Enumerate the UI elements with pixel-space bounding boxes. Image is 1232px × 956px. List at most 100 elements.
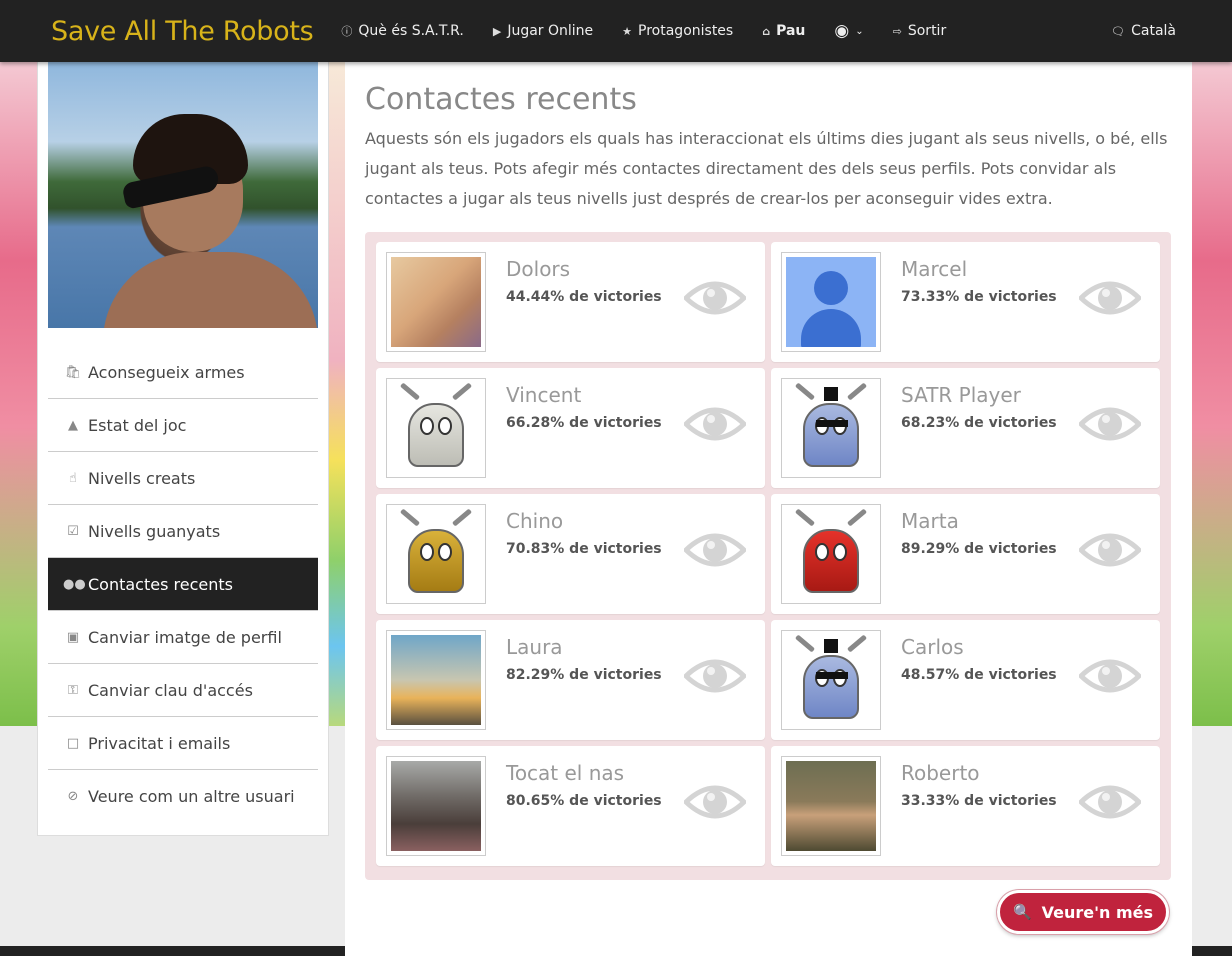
win-label: de victories	[564, 289, 662, 305]
eye-slash-icon: ⊘	[67, 789, 79, 804]
hand-pointer-icon: ☝	[69, 470, 77, 486]
sidebar-item-recent-contacts[interactable]: ●● Contactes recents	[48, 558, 318, 611]
chevron-down-icon: ⌄	[855, 25, 864, 37]
contacts-grid: Dolors 44.44% de victories Marcel 73.33% de…	[376, 242, 1160, 866]
sidebar-item-label: Veure com un altre usuari	[88, 787, 295, 806]
sidebar-item-game-status[interactable]: ▲ Estat del joc	[48, 399, 318, 452]
contact-card[interactable]: Dolors 44.44% de victories	[376, 242, 765, 362]
see-more-button[interactable]: 🔍 Veure'n més	[997, 890, 1169, 934]
contact-name[interactable]: SATR Player	[901, 383, 1021, 407]
background-rainbow	[328, 62, 345, 726]
contact-avatar[interactable]	[781, 756, 881, 856]
win-percentage: 89.29%	[901, 541, 960, 557]
contact-avatar[interactable]	[386, 504, 486, 604]
see-more-label: Veure'n més	[1041, 902, 1154, 922]
contact-avatar[interactable]	[386, 252, 486, 352]
contact-card[interactable]: SATR Player 68.23% de victories	[771, 368, 1160, 488]
eye-icon[interactable]	[682, 530, 748, 570]
intro-text: Aquests són els jugadors els quals has i…	[365, 129, 1168, 208]
contact-win-rate: 66.28% de victories	[506, 415, 662, 431]
contact-name[interactable]: Marcel	[901, 257, 967, 281]
contact-avatar[interactable]	[781, 252, 881, 352]
nav-play-online[interactable]: ▶ Jugar Online	[493, 23, 593, 39]
sidebar-item-label: Canviar imatge de perfil	[88, 627, 282, 647]
contact-avatar[interactable]	[781, 378, 881, 478]
sidebar-menu: 🛍 Aconsegueix armes ▲ Estat del joc ☝ Ni…	[48, 346, 318, 823]
home-icon: ⌂	[762, 24, 771, 38]
contact-name[interactable]: Carlos	[901, 635, 964, 659]
contact-card[interactable]: Marcel 73.33% de victories	[771, 242, 1160, 362]
top-navbar: Save All The Robots ⓘ Què és S.A.T.R. ▶ …	[0, 0, 1232, 62]
contact-name[interactable]: Tocat el nas	[506, 761, 624, 785]
contact-card[interactable]: Marta 89.29% de victories	[771, 494, 1160, 614]
chat-icon: 🗨	[1111, 24, 1126, 38]
background-art-right	[1192, 62, 1232, 726]
contact-name[interactable]: Marta	[901, 509, 959, 533]
contact-avatar[interactable]	[781, 504, 881, 604]
eye-icon[interactable]	[682, 782, 748, 822]
search-icon: 🔍	[1012, 903, 1032, 921]
sidebar-item-label: Estat del joc	[88, 415, 187, 435]
eye-icon[interactable]	[682, 656, 748, 696]
contact-avatar[interactable]	[781, 630, 881, 730]
sidebar-item-change-picture[interactable]: ▣ Canviar imatge de perfil	[48, 611, 318, 664]
win-label: de victories	[959, 541, 1057, 557]
win-label: de victories	[959, 793, 1057, 809]
star-icon: ★	[622, 24, 633, 38]
key-icon: ⚿	[68, 682, 78, 698]
nav-logout[interactable]: ⇨ Sortir	[893, 23, 947, 39]
win-percentage: 70.83%	[506, 541, 565, 557]
eye-icon[interactable]	[1077, 530, 1143, 570]
sidebar-item-change-password[interactable]: ⚿ Canviar clau d'accés	[48, 664, 318, 717]
contact-card[interactable]: Chino 70.83% de victories	[376, 494, 765, 614]
contact-card[interactable]: Carlos 48.57% de victories	[771, 620, 1160, 740]
sidebar-item-label: Aconsegueix armes	[88, 362, 245, 382]
eye-icon[interactable]	[1077, 656, 1143, 696]
contact-win-rate: 80.65% de victories	[506, 793, 662, 809]
sidebar-item-created-levels[interactable]: ☝ Nivells creats	[48, 452, 318, 505]
contact-name[interactable]: Roberto	[901, 761, 980, 785]
win-percentage: 68.23%	[901, 415, 960, 431]
language-selector[interactable]: 🗨 Català	[1111, 23, 1176, 39]
win-percentage: 80.65%	[506, 793, 565, 809]
nav-world-dropdown[interactable]: ◉ ⌄	[834, 21, 863, 41]
sidebar-item-won-levels[interactable]: ☑ Nivells guanyats	[48, 505, 318, 558]
nav-about-label: Què és S.A.T.R.	[358, 23, 464, 39]
contact-card[interactable]: Laura 82.29% de victories	[376, 620, 765, 740]
eye-icon[interactable]	[1077, 782, 1143, 822]
contact-win-rate: 89.29% de victories	[901, 541, 1057, 557]
profile-sidebar: 🛍 Aconsegueix armes ▲ Estat del joc ☝ Ni…	[37, 62, 329, 836]
win-percentage: 33.33%	[901, 793, 960, 809]
contact-avatar[interactable]	[386, 630, 486, 730]
nav-user-home[interactable]: ⌂ Pau	[762, 23, 805, 39]
sign-out-icon: ⇨	[892, 24, 902, 38]
contact-win-rate: 70.83% de victories	[506, 541, 662, 557]
main-content: Contactes recents Aquests són els jugado…	[345, 62, 1192, 956]
contact-avatar[interactable]	[386, 756, 486, 856]
win-percentage: 44.44%	[506, 289, 565, 305]
nav-user-label: Pau	[776, 23, 806, 39]
contact-name[interactable]: Dolors	[506, 257, 570, 281]
contact-card[interactable]: Tocat el nas 80.65% de victories	[376, 746, 765, 866]
nav-about[interactable]: ⓘ Què és S.A.T.R.	[341, 23, 463, 39]
contact-card[interactable]: Roberto 33.33% de victories	[771, 746, 1160, 866]
eye-icon[interactable]	[682, 404, 748, 444]
nav-heroes[interactable]: ★ Protagonistes	[622, 23, 733, 39]
contact-name[interactable]: Vincent	[506, 383, 581, 407]
eye-icon[interactable]	[682, 278, 748, 318]
sidebar-item-weapons[interactable]: 🛍 Aconsegueix armes	[48, 346, 318, 399]
eye-icon[interactable]	[1077, 404, 1143, 444]
win-percentage: 48.57%	[901, 667, 960, 683]
contact-avatar[interactable]	[386, 378, 486, 478]
sidebar-item-view-as[interactable]: ⊘ Veure com un altre usuari	[48, 770, 318, 823]
contact-name[interactable]: Laura	[506, 635, 563, 659]
sidebar-item-label: Privacitat i emails	[88, 733, 231, 753]
area-chart-icon: ▲	[68, 417, 78, 433]
nav-play-label: Jugar Online	[507, 23, 594, 39]
users-icon: ●●	[63, 576, 86, 592]
brand-logo[interactable]: Save All The Robots	[51, 16, 314, 47]
eye-icon[interactable]	[1077, 278, 1143, 318]
sidebar-item-privacy[interactable]: □ Privacitat i emails	[48, 717, 318, 770]
contact-card[interactable]: Vincent 66.28% de victories	[376, 368, 765, 488]
contact-name[interactable]: Chino	[506, 509, 563, 533]
